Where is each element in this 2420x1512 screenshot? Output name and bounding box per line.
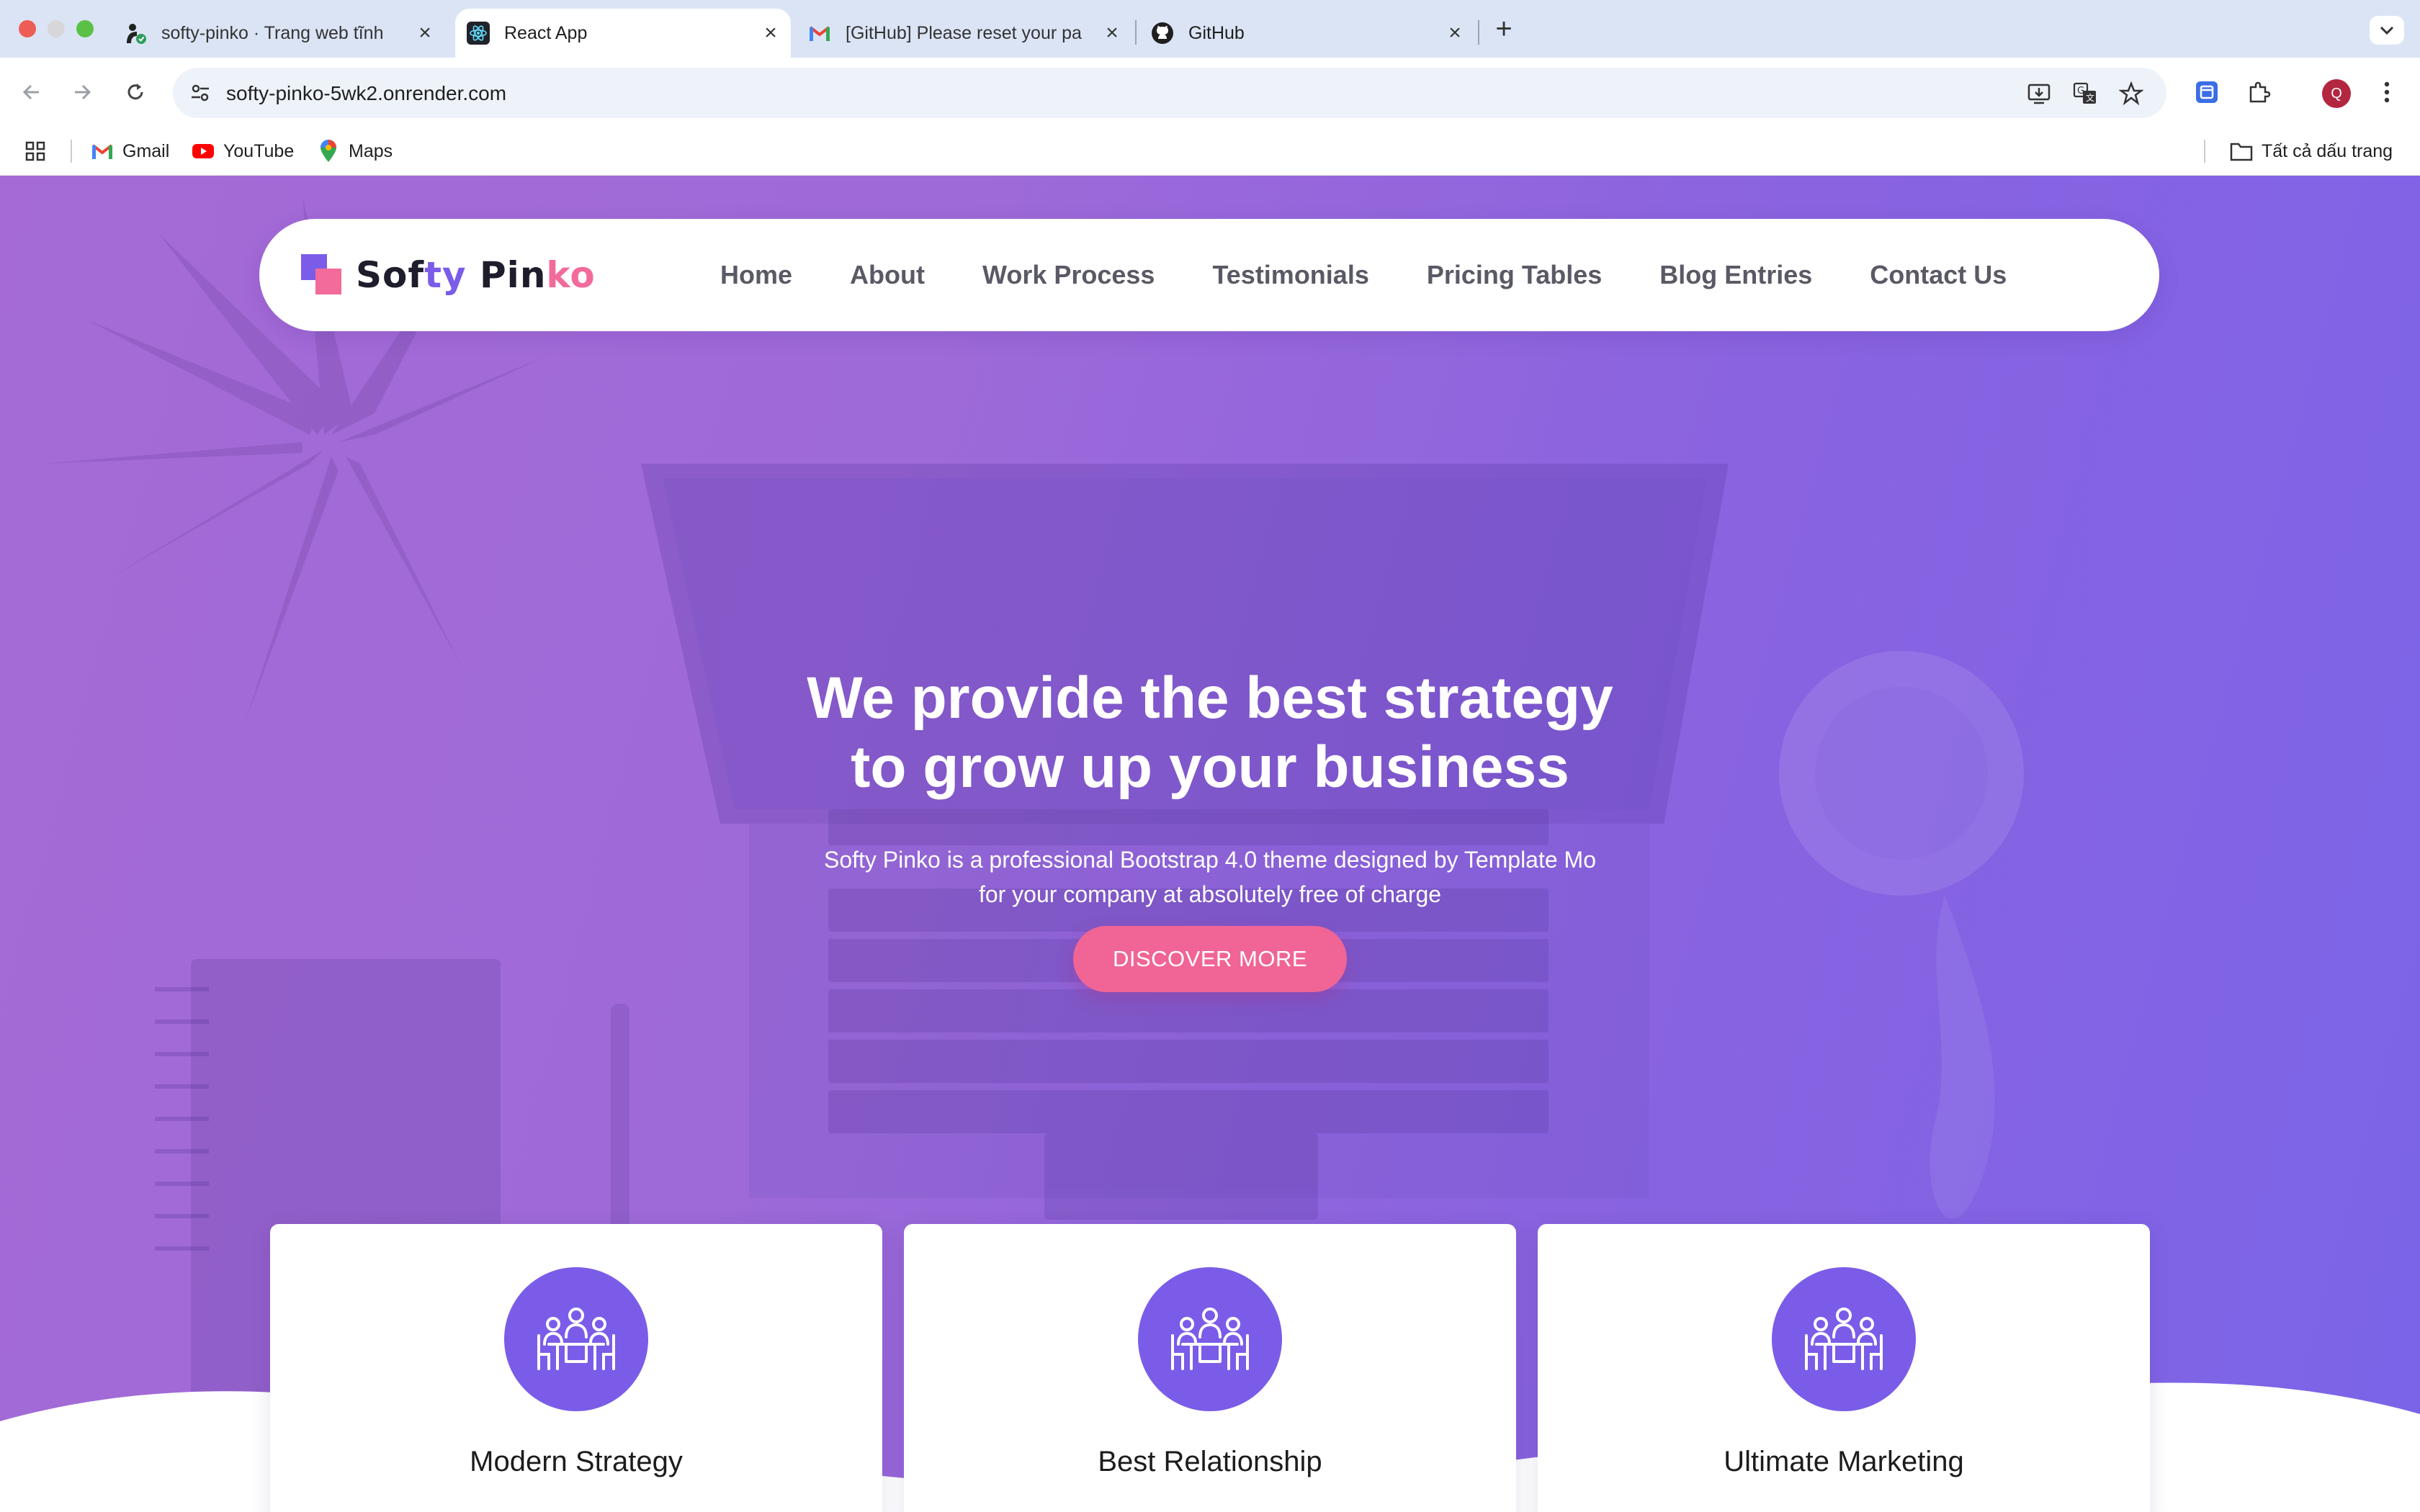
apps-grid-icon [25, 141, 45, 161]
tab-react-app[interactable]: React App × [455, 9, 791, 58]
feature-card-best-relationship[interactable]: Best Relationship [904, 1224, 1516, 1512]
window-minimize-button[interactable] [48, 20, 65, 37]
apps-grid-button[interactable] [24, 135, 46, 167]
tab-title: [GitHub] Please reset your pa [846, 22, 1082, 43]
svg-text:文: 文 [2086, 92, 2094, 103]
tab-github-email[interactable]: [GitHub] Please reset your pa × [808, 9, 1125, 58]
folder-icon [2230, 140, 2253, 163]
hero-subtitle-line: Softy Pinko is a professional Bootstrap … [823, 847, 1596, 873]
feature-title: Modern Strategy [470, 1446, 683, 1477]
tab-softy-pinko[interactable]: softy-pinko · Trang web tĩnh × [121, 9, 438, 58]
hero-subtitle-line: for your company at absolutely free of c… [978, 881, 1442, 907]
bookmark-maps[interactable]: Maps [317, 135, 393, 167]
address-bar[interactable]: softy-pinko-5wk2.onrender.com G文 [173, 68, 2166, 118]
browser-tab-strip: softy-pinko · Trang web tĩnh × React App… [0, 0, 2420, 58]
feature-card-ultimate-marketing[interactable]: Ultimate Marketing [1538, 1224, 2150, 1512]
close-icon[interactable]: × [412, 20, 438, 46]
discover-more-button[interactable]: DISCOVER MORE [1073, 926, 1347, 992]
page-viewport: Softy Pinko Home About Work Process Test… [0, 176, 2420, 1512]
tab-separator [1478, 20, 1479, 45]
bookmark-star-icon[interactable] [2118, 80, 2145, 107]
nav-testimonials[interactable]: Testimonials [1212, 260, 1368, 290]
feature-card-modern-strategy[interactable]: Modern Strategy [270, 1224, 882, 1512]
nav-work-process[interactable]: Work Process [982, 260, 1155, 290]
arrow-left-icon [22, 84, 39, 100]
site-settings-icon[interactable] [187, 80, 213, 106]
install-app-icon[interactable] [2025, 80, 2053, 107]
site-navbar: Softy Pinko Home About Work Process Test… [259, 219, 2159, 331]
feature-icon-circle [504, 1267, 648, 1411]
browser-toolbar: softy-pinko-5wk2.onrender.com G文 Q [0, 58, 2420, 128]
site-logo[interactable]: Softy Pinko [301, 253, 596, 297]
bookmark-label: Gmail [122, 140, 170, 161]
window-close-button[interactable] [19, 20, 36, 37]
new-tab-button[interactable]: + [1489, 13, 1518, 45]
render-icon [124, 22, 147, 45]
tab-title: React App [504, 22, 588, 43]
bookmark-label: Maps [349, 140, 393, 161]
tab-separator [1135, 20, 1137, 45]
hero-subtitle: Softy Pinko is a professional Bootstrap … [706, 842, 1714, 912]
nav-pricing-tables[interactable]: Pricing Tables [1427, 260, 1602, 290]
all-bookmarks-button[interactable]: Tất cả dấu trang [2230, 135, 2393, 167]
meeting-team-icon [1805, 1308, 1883, 1370]
logo-mark-icon [301, 254, 343, 296]
chevron-down-icon [2380, 26, 2394, 35]
nav-blog-entries[interactable]: Blog Entries [1659, 260, 1812, 290]
feature-title: Best Relationship [1098, 1446, 1322, 1477]
url-text: softy-pinko-5wk2.onrender.com [226, 82, 507, 104]
forward-button[interactable] [63, 73, 101, 111]
bookmark-separator [71, 140, 72, 163]
arrow-right-icon [75, 84, 91, 100]
tab-title: softy-pinko · Trang web tĩnh [161, 22, 384, 43]
tab-github[interactable]: GitHub × [1151, 9, 1468, 58]
more-menu-icon[interactable] [2370, 75, 2404, 109]
main-nav: Home About Work Process Testimonials Pri… [720, 219, 2064, 331]
close-icon[interactable]: × [1442, 20, 1468, 46]
nav-home[interactable]: Home [720, 260, 792, 290]
meeting-team-icon [1171, 1308, 1249, 1370]
back-button[interactable] [13, 73, 50, 111]
hero-title-line: We provide the best strategy [807, 665, 1613, 731]
tab-search-button[interactable] [2370, 16, 2404, 45]
close-icon[interactable]: × [758, 20, 784, 46]
extensions-puzzle-icon[interactable] [2241, 75, 2276, 109]
bookmarks-bar: Gmail YouTube Maps Tất cả dấu trang [0, 128, 2420, 176]
feature-icon-circle [1138, 1267, 1282, 1411]
bookmark-youtube[interactable]: YouTube [192, 135, 294, 167]
translate-icon[interactable]: G文 [2071, 80, 2099, 107]
reload-icon [127, 84, 143, 100]
github-icon [1151, 22, 1174, 45]
hero-title: We provide the best strategy to grow up … [634, 664, 1786, 802]
profile-avatar[interactable]: Q [2322, 79, 2351, 108]
tab-title: GitHub [1188, 22, 1245, 43]
feature-title: Ultimate Marketing [1724, 1446, 1964, 1477]
nav-contact-us[interactable]: Contact Us [1870, 260, 2007, 290]
extension-blue-icon[interactable] [2190, 75, 2224, 109]
all-bookmarks-label: Tất cả dấu trang [2262, 140, 2393, 161]
hero-title-line: to grow up your business [851, 734, 1569, 800]
nav-about[interactable]: About [850, 260, 925, 290]
feature-icon-circle [1772, 1267, 1916, 1411]
youtube-icon [192, 140, 215, 163]
react-icon [467, 22, 490, 45]
close-icon[interactable]: × [1099, 20, 1125, 46]
maps-icon [317, 140, 340, 163]
bookmark-gmail[interactable]: Gmail [91, 135, 169, 167]
logo-text: Softy Pinko [356, 254, 596, 296]
bookmark-separator [2204, 140, 2205, 163]
window-zoom-button[interactable] [76, 20, 94, 37]
reload-button[interactable] [117, 73, 154, 111]
meeting-team-icon [537, 1308, 615, 1370]
gmail-icon [808, 22, 831, 45]
gmail-icon [91, 140, 114, 163]
bookmark-label: YouTube [223, 140, 295, 161]
